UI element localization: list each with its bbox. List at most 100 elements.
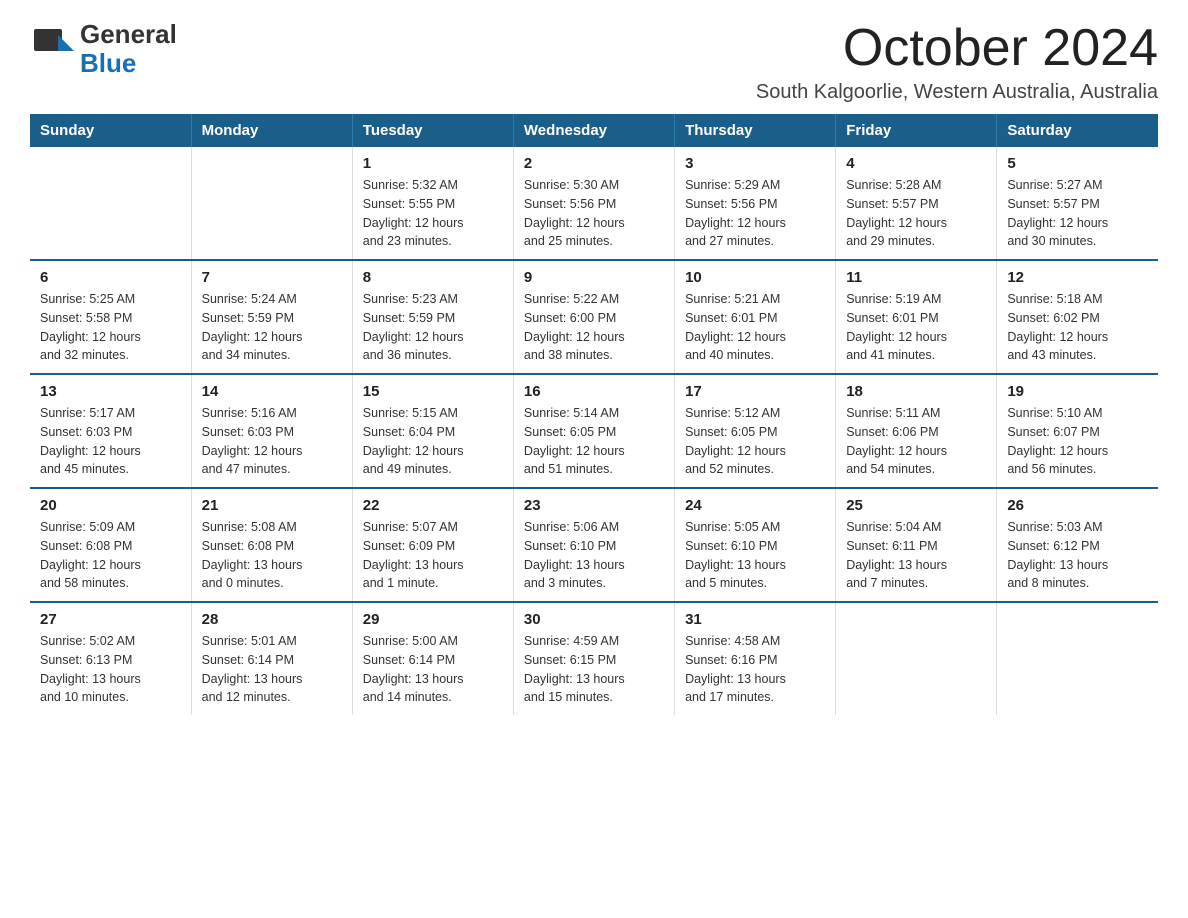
calendar-cell: 3Sunrise: 5:29 AM Sunset: 5:56 PM Daylig…	[675, 147, 836, 260]
day-info: Sunrise: 5:03 AM Sunset: 6:12 PM Dayligh…	[1007, 518, 1148, 593]
day-info: Sunrise: 5:18 AM Sunset: 6:02 PM Dayligh…	[1007, 290, 1148, 365]
day-info: Sunrise: 5:01 AM Sunset: 6:14 PM Dayligh…	[202, 632, 342, 707]
weekday-header-monday: Monday	[191, 114, 352, 147]
day-info: Sunrise: 5:29 AM Sunset: 5:56 PM Dayligh…	[685, 176, 825, 251]
logo-general: General	[80, 20, 177, 49]
day-info: Sunrise: 5:09 AM Sunset: 6:08 PM Dayligh…	[40, 518, 181, 593]
day-info: Sunrise: 5:08 AM Sunset: 6:08 PM Dayligh…	[202, 518, 342, 593]
day-number: 24	[685, 497, 825, 514]
calendar-cell: 28 Sunrise: 5:01 AM Sunset: 6:14 PM Dayli…	[191, 602, 352, 715]
calendar-week-2: 6 Sunrise: 5:25 AM Sunset: 5:58 PM Daylig…	[30, 260, 1158, 374]
day-info: Sunrise: 5:19 AM Sunset: 6:01 PM Dayligh…	[846, 290, 986, 365]
day-info: Sunrise: 5:23 AM Sunset: 5:59 PM Dayligh…	[363, 290, 503, 365]
day-number: 13	[40, 383, 181, 400]
calendar-cell: 7Sunrise: 5:24 AM Sunset: 5:59 PM Daylig…	[191, 260, 352, 374]
day-number: 27	[40, 611, 181, 628]
calendar-cell: 6 Sunrise: 5:25 AM Sunset: 5:58 PM Daylig…	[30, 260, 191, 374]
logo: General Blue	[30, 20, 177, 77]
calendar-cell: 20 Sunrise: 5:09 AM Sunset: 6:08 PM Dayli…	[30, 488, 191, 602]
day-info: Sunrise: 5:07 AM Sunset: 6:09 PM Dayligh…	[363, 518, 503, 593]
day-number: 18	[846, 383, 986, 400]
calendar-cell: 12 Sunrise: 5:18 AM Sunset: 6:02 PM Dayli…	[997, 260, 1158, 374]
calendar-cell: 15 Sunrise: 5:15 AM Sunset: 6:04 PM Dayli…	[352, 374, 513, 488]
day-number: 28	[202, 611, 342, 628]
day-info: Sunrise: 5:14 AM Sunset: 6:05 PM Dayligh…	[524, 404, 664, 479]
day-info: Sunrise: 4:59 AM Sunset: 6:15 PM Dayligh…	[524, 632, 664, 707]
calendar-cell: 4Sunrise: 5:28 AM Sunset: 5:57 PM Daylig…	[836, 147, 997, 260]
page-title: October 2024	[756, 20, 1158, 77]
day-info: Sunrise: 5:32 AM Sunset: 5:55 PM Dayligh…	[363, 176, 503, 251]
day-number: 21	[202, 497, 342, 514]
calendar-cell: 26Sunrise: 5:03 AM Sunset: 6:12 PM Dayli…	[997, 488, 1158, 602]
weekday-header-sunday: Sunday	[30, 114, 191, 147]
day-info: Sunrise: 5:05 AM Sunset: 6:10 PM Dayligh…	[685, 518, 825, 593]
calendar-cell	[997, 602, 1158, 715]
day-info: Sunrise: 5:06 AM Sunset: 6:10 PM Dayligh…	[524, 518, 664, 593]
day-number: 15	[363, 383, 503, 400]
day-number: 9	[524, 269, 664, 286]
day-info: Sunrise: 5:28 AM Sunset: 5:57 PM Dayligh…	[846, 176, 986, 251]
calendar-cell: 18Sunrise: 5:11 AM Sunset: 6:06 PM Dayli…	[836, 374, 997, 488]
weekday-header-tuesday: Tuesday	[352, 114, 513, 147]
calendar-cell: 19 Sunrise: 5:10 AM Sunset: 6:07 PM Dayli…	[997, 374, 1158, 488]
calendar-week-1: 1Sunrise: 5:32 AM Sunset: 5:55 PM Daylig…	[30, 147, 1158, 260]
calendar-cell: 13 Sunrise: 5:17 AM Sunset: 6:03 PM Dayli…	[30, 374, 191, 488]
day-info: Sunrise: 5:15 AM Sunset: 6:04 PM Dayligh…	[363, 404, 503, 479]
day-number: 10	[685, 269, 825, 286]
calendar-week-4: 20 Sunrise: 5:09 AM Sunset: 6:08 PM Dayli…	[30, 488, 1158, 602]
day-info: Sunrise: 5:02 AM Sunset: 6:13 PM Dayligh…	[40, 632, 181, 707]
day-info: Sunrise: 5:00 AM Sunset: 6:14 PM Dayligh…	[363, 632, 503, 707]
calendar-header-row: SundayMondayTuesdayWednesdayThursdayFrid…	[30, 114, 1158, 147]
calendar-cell: 2 Sunrise: 5:30 AM Sunset: 5:56 PM Daylig…	[513, 147, 674, 260]
calendar-cell: 9 Sunrise: 5:22 AM Sunset: 6:00 PM Daylig…	[513, 260, 674, 374]
header: General Blue October 2024 South Kalgoorl…	[30, 20, 1158, 104]
calendar-table: SundayMondayTuesdayWednesdayThursdayFrid…	[30, 114, 1158, 715]
day-number: 17	[685, 383, 825, 400]
weekday-header-thursday: Thursday	[675, 114, 836, 147]
day-info: Sunrise: 5:22 AM Sunset: 6:00 PM Dayligh…	[524, 290, 664, 365]
day-number: 5	[1007, 155, 1148, 172]
day-number: 19	[1007, 383, 1148, 400]
day-info: Sunrise: 5:17 AM Sunset: 6:03 PM Dayligh…	[40, 404, 181, 479]
day-info: Sunrise: 5:27 AM Sunset: 5:57 PM Dayligh…	[1007, 176, 1148, 251]
day-number: 12	[1007, 269, 1148, 286]
calendar-cell: 31Sunrise: 4:58 AM Sunset: 6:16 PM Dayli…	[675, 602, 836, 715]
day-number: 25	[846, 497, 986, 514]
page-subtitle: South Kalgoorlie, Western Australia, Aus…	[756, 81, 1158, 104]
calendar-cell	[191, 147, 352, 260]
day-info: Sunrise: 5:25 AM Sunset: 5:58 PM Dayligh…	[40, 290, 181, 365]
day-number: 2	[524, 155, 664, 172]
calendar-cell	[30, 147, 191, 260]
calendar-cell: 22Sunrise: 5:07 AM Sunset: 6:09 PM Dayli…	[352, 488, 513, 602]
weekday-header-saturday: Saturday	[997, 114, 1158, 147]
calendar-cell: 21 Sunrise: 5:08 AM Sunset: 6:08 PM Dayli…	[191, 488, 352, 602]
calendar-cell: 8 Sunrise: 5:23 AM Sunset: 5:59 PM Daylig…	[352, 260, 513, 374]
calendar-cell: 5 Sunrise: 5:27 AM Sunset: 5:57 PM Daylig…	[997, 147, 1158, 260]
calendar-week-5: 27 Sunrise: 5:02 AM Sunset: 6:13 PM Dayli…	[30, 602, 1158, 715]
day-number: 8	[363, 269, 503, 286]
day-info: Sunrise: 4:58 AM Sunset: 6:16 PM Dayligh…	[685, 632, 825, 707]
day-info: Sunrise: 5:30 AM Sunset: 5:56 PM Dayligh…	[524, 176, 664, 251]
logo-blue: Blue	[80, 49, 177, 78]
day-info: Sunrise: 5:21 AM Sunset: 6:01 PM Dayligh…	[685, 290, 825, 365]
calendar-cell: 23Sunrise: 5:06 AM Sunset: 6:10 PM Dayli…	[513, 488, 674, 602]
calendar-week-3: 13 Sunrise: 5:17 AM Sunset: 6:03 PM Dayli…	[30, 374, 1158, 488]
calendar-cell: 27 Sunrise: 5:02 AM Sunset: 6:13 PM Dayli…	[30, 602, 191, 715]
day-info: Sunrise: 5:04 AM Sunset: 6:11 PM Dayligh…	[846, 518, 986, 593]
calendar-cell: 1Sunrise: 5:32 AM Sunset: 5:55 PM Daylig…	[352, 147, 513, 260]
day-number: 7	[202, 269, 342, 286]
day-number: 6	[40, 269, 181, 286]
day-info: Sunrise: 5:10 AM Sunset: 6:07 PM Dayligh…	[1007, 404, 1148, 479]
day-number: 20	[40, 497, 181, 514]
calendar-cell	[836, 602, 997, 715]
title-area: October 2024 South Kalgoorlie, Western A…	[756, 20, 1158, 104]
day-info: Sunrise: 5:16 AM Sunset: 6:03 PM Dayligh…	[202, 404, 342, 479]
weekday-header-friday: Friday	[836, 114, 997, 147]
logo-icon	[30, 25, 78, 73]
calendar-cell: 14Sunrise: 5:16 AM Sunset: 6:03 PM Dayli…	[191, 374, 352, 488]
calendar-cell: 16Sunrise: 5:14 AM Sunset: 6:05 PM Dayli…	[513, 374, 674, 488]
day-number: 30	[524, 611, 664, 628]
day-number: 29	[363, 611, 503, 628]
calendar-cell: 25 Sunrise: 5:04 AM Sunset: 6:11 PM Dayli…	[836, 488, 997, 602]
calendar-cell: 29 Sunrise: 5:00 AM Sunset: 6:14 PM Dayli…	[352, 602, 513, 715]
